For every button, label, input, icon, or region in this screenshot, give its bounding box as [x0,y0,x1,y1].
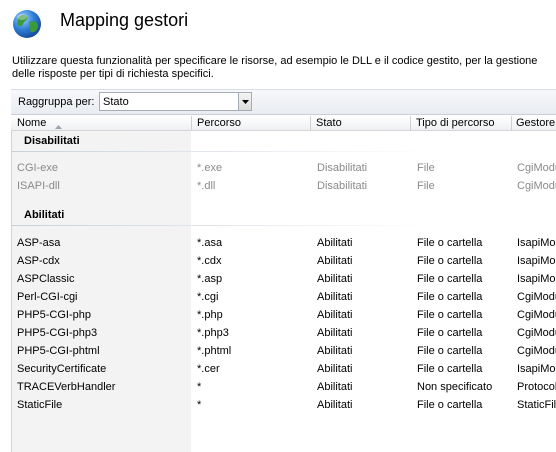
cell-name[interactable]: StaticFile [17,399,192,411]
cell-path[interactable]: *.php3 [197,327,312,339]
cell-state[interactable]: Abilitati [317,381,412,393]
cell-name[interactable]: ISAPI-dll [17,180,192,192]
cell-state[interactable]: Abilitati [317,309,412,321]
group-by-label: Raggruppa per: [18,96,95,108]
cell-handler[interactable]: CgiModule [517,345,556,357]
cell-handler[interactable]: IsapiModule [517,255,556,267]
cell-path-type[interactable]: File o cartella [417,399,512,411]
cell-path-type[interactable]: File o cartella [417,291,512,303]
chevron-down-icon[interactable] [238,93,251,110]
cell-state[interactable]: Abilitati [317,327,412,339]
page-description: Utilizzare questa funzionalità per speci… [12,55,538,80]
group-header[interactable]: Abilitati [24,209,64,221]
cell-handler[interactable]: CgiModule [517,327,556,339]
cell-path[interactable]: *.cer [197,363,312,375]
cell-path-type[interactable]: File o cartella [417,273,512,285]
column-header-path[interactable]: Percorso [197,117,241,130]
cell-name[interactable]: TRACEVerbHandler [17,381,192,393]
page-title: Mapping gestori [60,10,189,30]
group-divider [11,151,431,152]
column-divider[interactable] [310,116,311,130]
cell-path-type[interactable]: File [417,180,512,192]
globe-icon [11,8,43,40]
column-divider[interactable] [410,116,411,130]
cell-path[interactable]: *.cdx [197,255,312,267]
cell-handler[interactable]: ProtocolSupportModule [517,381,556,393]
group-by-dropdown[interactable]: Stato [99,92,252,111]
cell-handler[interactable]: IsapiModule [517,273,556,285]
cell-path-type[interactable]: File [417,162,512,174]
cell-path[interactable]: *.dll [197,180,312,192]
cell-state[interactable]: Abilitati [317,345,412,357]
group-by-toolbar: Raggruppa per: Stato [11,89,556,115]
cell-path[interactable]: *.exe [197,162,312,174]
cell-state[interactable]: Abilitati [317,237,412,249]
cell-name[interactable]: ASP-asa [17,237,192,249]
cell-name[interactable]: SecurityCertificate [17,363,192,375]
cell-name[interactable]: PHP5-CGI-phtml [17,345,192,357]
cell-state[interactable]: Abilitati [317,363,412,375]
cell-handler[interactable]: CgiModule [517,162,556,174]
column-header-handler[interactable]: Gestore [516,117,555,130]
cell-handler[interactable]: CgiModule [517,180,556,192]
cell-path[interactable]: * [197,399,312,411]
cell-path[interactable]: *.php [197,309,312,321]
cell-state[interactable]: Abilitati [317,291,412,303]
cell-name[interactable]: PHP5-CGI-php3 [17,327,192,339]
column-header-name[interactable]: Nome [17,117,46,130]
cell-handler[interactable]: IsapiModule [517,237,556,249]
cell-path[interactable]: * [197,381,312,393]
cell-state[interactable]: Disabilitati [317,162,412,174]
cell-path-type[interactable]: File o cartella [417,255,512,267]
cell-handler[interactable]: CgiModule [517,291,556,303]
cell-name[interactable]: CGI-exe [17,162,192,174]
cell-path-type[interactable]: File o cartella [417,309,512,321]
cell-path-type[interactable]: File o cartella [417,363,512,375]
sort-ascending-icon [55,120,62,130]
group-header[interactable]: Disabilitati [24,135,80,147]
cell-name[interactable]: Perl-CGI-cgi [17,291,192,303]
column-header-state[interactable]: Stato [316,117,342,130]
cell-name[interactable]: ASPClassic [17,273,192,285]
cell-state[interactable]: Abilitati [317,273,412,285]
cell-path[interactable]: *.cgi [197,291,312,303]
cell-path-type[interactable]: File o cartella [417,237,512,249]
cell-path[interactable]: *.phtml [197,345,312,357]
cell-path-type[interactable]: Non specificato [417,381,512,393]
grid-header: Nome Percorso Stato Tipo di percorso Ges… [11,116,556,131]
column-divider[interactable] [191,116,192,130]
cell-path-type[interactable]: File o cartella [417,345,512,357]
cell-state[interactable]: Abilitati [317,399,412,411]
column-divider[interactable] [511,116,512,130]
cell-path-type[interactable]: File o cartella [417,327,512,339]
cell-handler[interactable]: StaticFileModule [517,399,556,411]
cell-path[interactable]: *.asp [197,273,312,285]
column-header-path-type[interactable]: Tipo di percorso [416,117,494,130]
cell-name[interactable]: PHP5-CGI-php [17,309,192,321]
cell-handler[interactable]: CgiModule [517,309,556,321]
cell-name[interactable]: ASP-cdx [17,255,192,267]
cell-state[interactable]: Disabilitati [317,180,412,192]
cell-handler[interactable]: IsapiModule [517,363,556,375]
cell-state[interactable]: Abilitati [317,255,412,267]
group-by-value: Stato [103,96,129,108]
cell-path[interactable]: *.asa [197,237,312,249]
group-divider [11,225,431,226]
